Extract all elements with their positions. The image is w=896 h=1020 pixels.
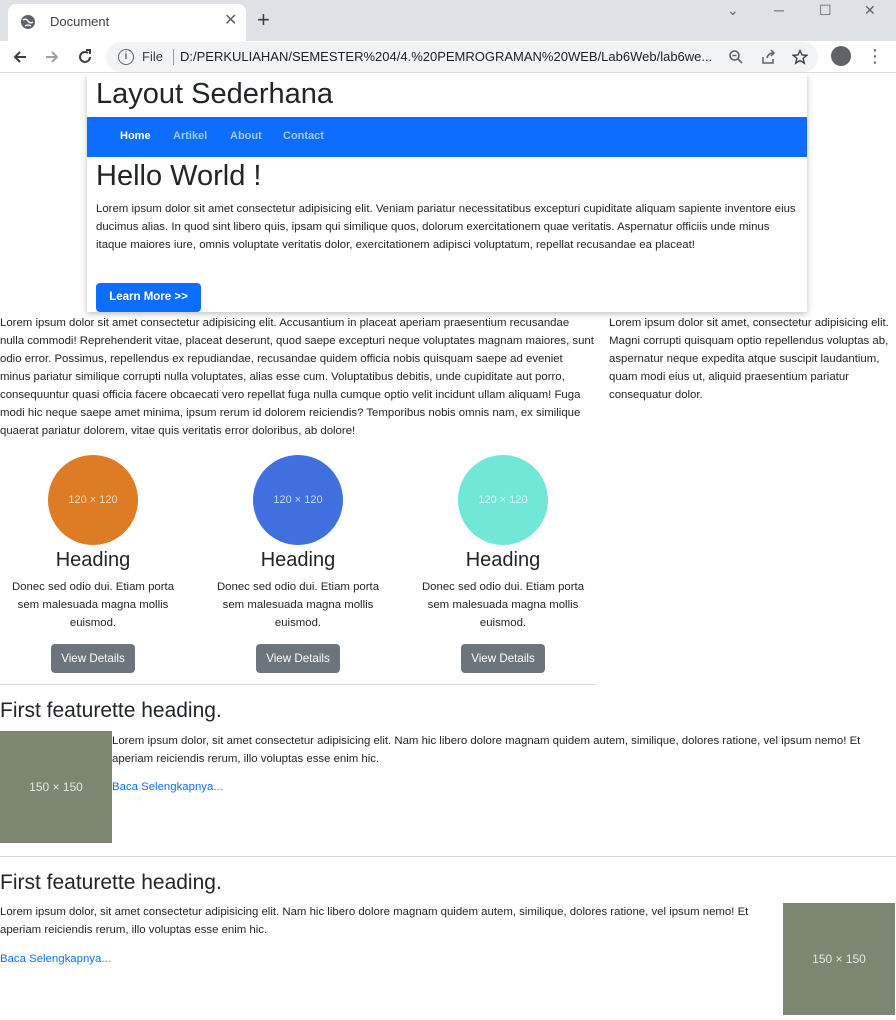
view-details-button[interactable]: View Details xyxy=(51,644,135,673)
circle-placeholder-image: 120 × 120 xyxy=(458,455,548,545)
column-heading: Heading xyxy=(465,549,541,571)
view-details-button[interactable]: View Details xyxy=(461,644,545,673)
tab-title: Document xyxy=(50,14,110,29)
column-2: 120 × 120 Heading Donec sed odio dui. Et… xyxy=(205,455,391,673)
read-more-link[interactable]: Baca Selengkapnya... xyxy=(112,781,223,793)
navbar: Home Artikel About Contact xyxy=(87,117,807,157)
learn-more-button[interactable]: Learn More >> xyxy=(96,283,201,312)
address-bar[interactable]: i File D:/PERKULIAHAN/SEMESTER%204/4.%20… xyxy=(106,42,818,72)
profile-icon[interactable] xyxy=(831,46,851,66)
hero-title: Hello World ! xyxy=(96,160,262,192)
aside-text: Lorem ipsum dolor sit amet, consectetur … xyxy=(609,317,889,401)
featurette-text: Lorem ipsum dolor, sit amet consectetur … xyxy=(112,735,861,765)
featurette-heading: First featurette heading. xyxy=(0,699,222,722)
column-text: Donec sed odio dui. Etiam porta sem male… xyxy=(11,581,175,629)
zoom-icon[interactable] xyxy=(728,49,744,65)
reload-icon[interactable] xyxy=(75,47,95,67)
view-details-button[interactable]: View Details xyxy=(256,644,340,673)
browser-tab[interactable]: Document ✕ xyxy=(8,4,246,41)
site-title: Layout Sederhana xyxy=(96,78,334,110)
header-container: Layout Sederhana Home Artikel About Cont… xyxy=(87,74,807,312)
url-text[interactable]: D:/PERKULIAHAN/SEMESTER%204/4.%20PEMROGR… xyxy=(180,49,720,64)
divider xyxy=(0,684,596,685)
nav-about[interactable]: About xyxy=(230,130,262,142)
file-label: File xyxy=(142,49,163,64)
column-text: Donec sed odio dui. Etiam porta sem male… xyxy=(421,581,585,629)
column-text: Donec sed odio dui. Etiam porta sem male… xyxy=(216,581,380,629)
featurette-placeholder-image: 150 × 150 xyxy=(0,731,112,843)
info-icon[interactable]: i xyxy=(118,49,134,65)
maximize-icon[interactable]: ☐ xyxy=(819,2,832,19)
web-page: Layout Sederhana Home Artikel About Cont… xyxy=(0,74,896,1020)
back-arrow-icon[interactable] xyxy=(10,47,30,67)
featurette-placeholder-image: 150 × 150 xyxy=(783,903,895,1015)
divider xyxy=(0,856,896,857)
chevron-down-icon[interactable]: ⌄ xyxy=(727,2,739,19)
plus-icon[interactable]: + xyxy=(257,8,270,32)
share-icon[interactable] xyxy=(761,49,777,65)
column-heading: Heading xyxy=(260,549,336,571)
forward-arrow-icon[interactable] xyxy=(42,47,62,67)
circle-placeholder-image: 120 × 120 xyxy=(253,455,343,545)
menu-dots-icon[interactable]: ⋮ xyxy=(866,46,884,66)
nav-artikel[interactable]: Artikel xyxy=(173,130,207,142)
browser-toolbar: i File D:/PERKULIAHAN/SEMESTER%204/4.%20… xyxy=(0,41,896,73)
hero-text: Lorem ipsum dolor sit amet consectetur a… xyxy=(96,203,796,251)
minimize-icon[interactable]: ─ xyxy=(774,2,784,18)
read-more-link[interactable]: Baca Selengkapnya... xyxy=(0,953,111,965)
browser-tabstrip: Document ✕ + ⌄ ─ ☐ ✕ xyxy=(0,0,896,41)
nav-contact[interactable]: Contact xyxy=(283,130,324,142)
close-icon[interactable]: ✕ xyxy=(224,13,237,29)
omnibox-divider xyxy=(173,49,174,65)
column-heading: Heading xyxy=(55,549,131,571)
circle-placeholder-image: 120 × 120 xyxy=(48,455,138,545)
featurette-heading: First featurette heading. xyxy=(0,871,222,894)
globe-icon xyxy=(21,15,35,29)
star-icon[interactable] xyxy=(792,49,808,65)
column-1: 120 × 120 Heading Donec sed odio dui. Et… xyxy=(0,455,186,673)
main-text: Lorem ipsum dolor sit amet consectetur a… xyxy=(0,317,594,437)
nav-home[interactable]: Home xyxy=(120,130,151,142)
featurette-text: Lorem ipsum dolor, sit amet consectetur … xyxy=(0,906,749,936)
window-close-icon[interactable]: ✕ xyxy=(864,2,876,19)
column-3: 120 × 120 Heading Donec sed odio dui. Et… xyxy=(410,455,596,673)
